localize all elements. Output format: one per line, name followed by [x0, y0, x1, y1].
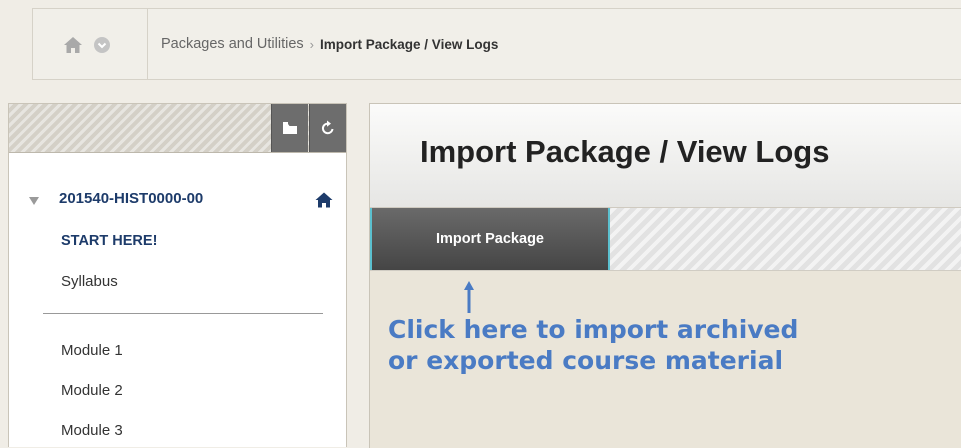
breadcrumb: Packages and Utilities › Import Package … — [161, 9, 498, 79]
breadcrumb-link-packages[interactable]: Packages and Utilities — [161, 36, 304, 52]
folder-icon — [283, 122, 297, 134]
menu-divider — [43, 313, 323, 314]
course-home-icon[interactable] — [315, 192, 333, 208]
menu-item-syllabus[interactable]: Syllabus — [61, 273, 118, 290]
menu-item-module-3[interactable]: Module 3 — [61, 422, 123, 439]
menu-item-start-here[interactable]: START HERE! — [61, 233, 157, 249]
arrow-up-icon — [464, 281, 474, 313]
content-panel: Import Package / View Logs Import Packag… — [369, 103, 961, 448]
breadcrumb-icon-group — [33, 9, 148, 79]
breadcrumb-bar: Packages and Utilities › Import Package … — [32, 8, 961, 80]
refresh-icon — [321, 120, 334, 135]
menu-item-module-2[interactable]: Module 2 — [61, 382, 123, 399]
callout-annotation: Click here to import archived or exporte… — [388, 314, 798, 376]
callout-line-1: Click here to import archived — [388, 315, 799, 344]
collapse-triangle-icon[interactable] — [29, 197, 39, 205]
page-title: Import Package / View Logs — [420, 134, 830, 169]
chevron-down-icon[interactable] — [93, 36, 111, 54]
action-bar: Import Package — [370, 208, 961, 271]
callout-line-2: or exported course material — [388, 346, 784, 375]
refresh-button[interactable] — [309, 104, 346, 152]
folder-view-button[interactable] — [271, 104, 308, 152]
course-menu-header — [9, 104, 346, 153]
menu-item-module-1[interactable]: Module 1 — [61, 342, 123, 359]
home-icon[interactable] — [63, 36, 83, 54]
course-menu: 201540-HIST0000-00 START HERE! Syllabus … — [8, 103, 347, 447]
course-title[interactable]: 201540-HIST0000-00 — [59, 190, 203, 207]
import-package-button[interactable]: Import Package — [370, 208, 610, 270]
breadcrumb-separator: › — [309, 36, 315, 52]
breadcrumb-current: Import Package / View Logs — [320, 36, 499, 52]
page-header: Import Package / View Logs — [370, 104, 961, 208]
